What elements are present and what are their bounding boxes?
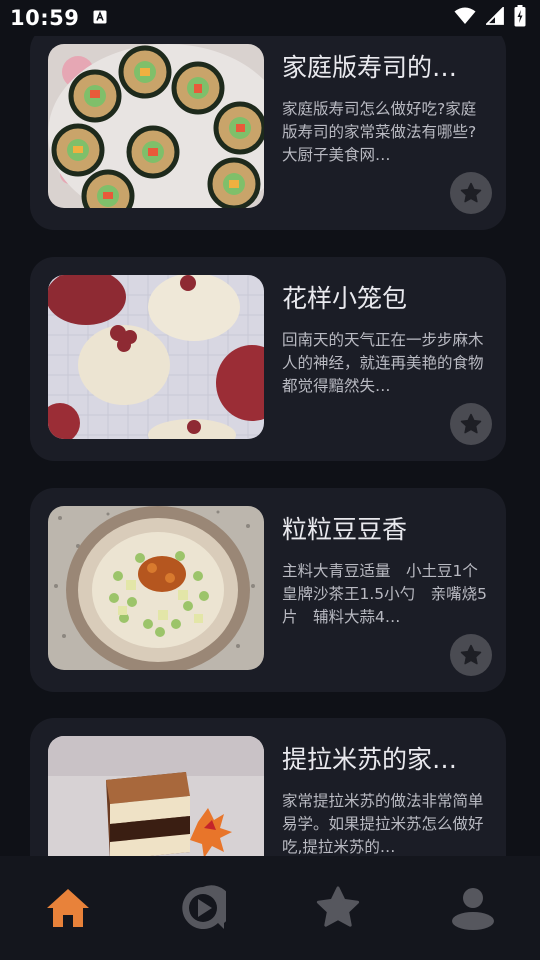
recipe-card[interactable]: 花样小笼包 回南天的天气正在一步步麻木人的神经，就连再美艳的食物都觉得黯然失… [30,257,506,461]
favorite-button[interactable] [450,403,492,445]
favorite-button[interactable] [450,172,492,214]
recipe-title[interactable]: 粒粒豆豆香 [282,510,478,546]
star-icon [460,413,482,434]
recipe-card[interactable]: 粒粒豆豆香 主料大青豆适量 小土豆1个 皇牌沙茶王1.5小勺 亲嘴烧5片 辅料大… [30,488,506,692]
recipe-card[interactable]: 提拉米苏的家… 家常提拉米苏的做法非常简单易学。如果提拉米苏怎么做好吃,提拉米苏… [30,718,506,856]
recipe-description: 家庭版寿司怎么做好吃?家庭版寿司的家常菜做法有哪些?大厨子美食网… [282,100,477,164]
favorite-button[interactable] [450,634,492,676]
star-icon [316,886,359,927]
recipe-feed[interactable]: 家庭版寿司的… 家庭版寿司怎么做好吃?家庭版寿司的家常菜做法有哪些?大厨子美食网… [0,0,540,856]
recipe-description: 家常提拉米苏的做法非常简单易学。如果提拉米苏怎么做好吃,提拉米苏的… [282,792,484,856]
recipe-title[interactable]: 家庭版寿司的… [282,48,478,84]
home-icon [46,889,89,927]
video-play-icon [181,885,226,929]
nav-video[interactable] [158,878,248,938]
signal-icon [484,5,504,29]
recipe-image-sushi[interactable] [48,44,264,208]
nav-profile[interactable] [428,878,518,938]
keyboard-a-icon [93,9,107,28]
recipe-title[interactable]: 花样小笼包 [282,279,478,315]
recipe-image-buns[interactable] [48,275,264,439]
status-bar: 10:59 [0,0,540,36]
nav-home[interactable] [23,878,113,938]
recipe-image-peas[interactable] [48,506,264,670]
battery-charging-icon [514,5,526,31]
recipe-card[interactable]: 家庭版寿司的… 家庭版寿司怎么做好吃?家庭版寿司的家常菜做法有哪些?大厨子美食网… [30,26,506,230]
recipe-description: 回南天的天气正在一步步麻木人的神经，就连再美艳的食物都觉得黯然失… [282,331,484,395]
recipe-title[interactable]: 提拉米苏的家… [282,740,478,776]
status-time: 10:59 [10,6,80,30]
recipe-image-tiramisu[interactable] [48,736,264,856]
recipe-description: 主料大青豆适量 小土豆1个 皇牌沙茶王1.5小勺 亲嘴烧5片 辅料大蒜4… [282,562,488,626]
bottom-nav [0,856,540,960]
star-icon [460,182,482,203]
wifi-icon [454,7,476,29]
user-icon [451,888,494,930]
star-icon [460,644,482,665]
nav-favorites[interactable] [293,878,383,938]
